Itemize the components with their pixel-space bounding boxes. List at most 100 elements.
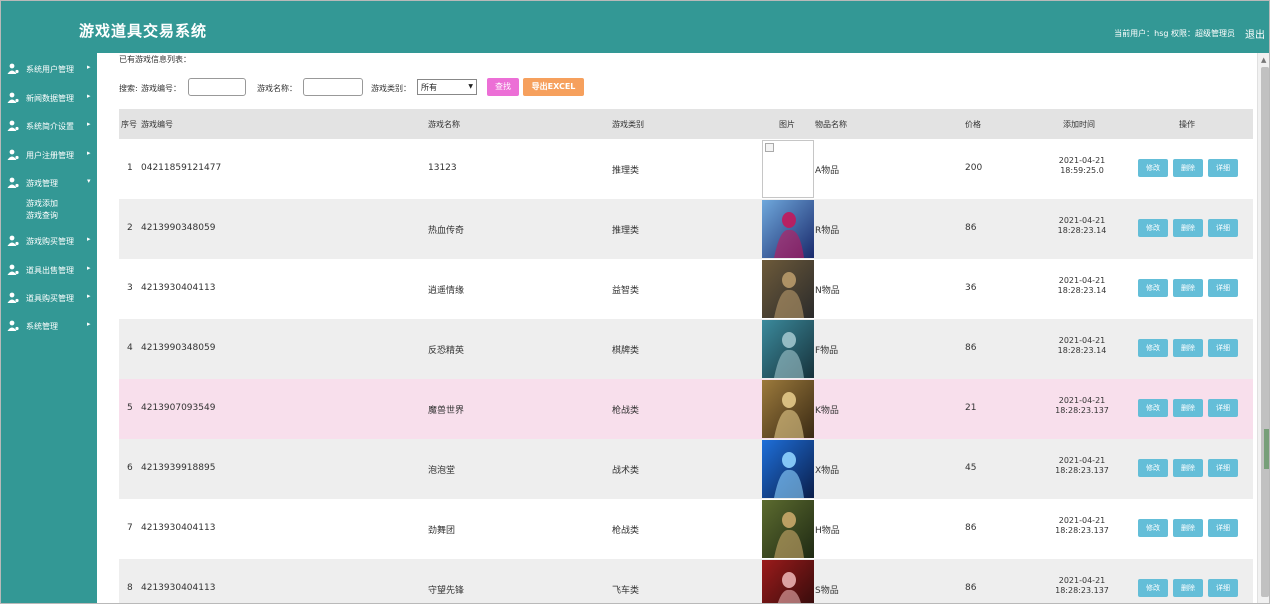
item-price: 86 xyxy=(965,583,977,593)
item-price: 86 xyxy=(965,343,977,353)
user-icon xyxy=(7,63,19,74)
logout-link[interactable]: 退出 xyxy=(1245,26,1265,41)
sidebar-item-registration[interactable]: 用户注册管理 ▸ xyxy=(1,144,97,164)
sidebar-item-news[interactable]: 新闻数据管理 ▸ xyxy=(1,87,97,107)
added-clock: 18:28:23.137 xyxy=(1055,586,1109,595)
col-header-actions: 操作 xyxy=(1179,120,1195,129)
added-date: 2021-04-21 xyxy=(1058,156,1106,165)
detail-button[interactable]: 详细 xyxy=(1208,399,1238,417)
col-header-type: 游戏类别 xyxy=(612,120,644,129)
col-header-item: 物品名称 xyxy=(815,120,847,129)
delete-button[interactable]: 删除 xyxy=(1173,459,1203,477)
chevron-right-icon: ▸ xyxy=(87,149,91,157)
sidebar-subitem-game-add[interactable]: 游戏添加 xyxy=(26,198,58,209)
user-icon xyxy=(7,235,19,246)
added-time: 2021-04-21 18:59:25.0 xyxy=(1047,156,1117,176)
edit-button[interactable]: 修改 xyxy=(1138,579,1168,597)
col-header-index: 序号 xyxy=(121,120,137,129)
row-actions: 修改 删除 详细 xyxy=(1138,519,1242,539)
game-code: 4213930404113 xyxy=(141,583,216,593)
game-name: 守望先锋 xyxy=(428,586,465,596)
sidebar-item-system-management[interactable]: 系统管理 ▸ xyxy=(1,315,97,335)
game-code-label: 游戏编号： xyxy=(141,84,181,93)
delete-button[interactable]: 删除 xyxy=(1173,339,1203,357)
user-icon xyxy=(7,320,19,331)
game-name-label: 游戏名称： xyxy=(257,84,297,93)
game-name-input[interactable] xyxy=(303,78,363,96)
row-actions: 修改 删除 详细 xyxy=(1138,159,1242,179)
game-name: 13123 xyxy=(428,163,457,173)
edit-button[interactable]: 修改 xyxy=(1138,459,1168,477)
chevron-right-icon: ▸ xyxy=(87,63,91,71)
table-row: 7 4213930404113 劲舞团 枪战类 H物品 86 2021-04-21 18:28… xyxy=(119,499,1253,559)
scrollbar-thumb[interactable] xyxy=(1261,67,1269,597)
game-thumbnail xyxy=(762,260,814,318)
sidebar-item-item-sale[interactable]: 道具出售管理 ▸ xyxy=(1,259,97,279)
scroll-indicator xyxy=(1264,429,1269,469)
added-clock: 18:28:23.137 xyxy=(1055,466,1109,475)
edit-button[interactable]: 修改 xyxy=(1138,399,1168,417)
find-button[interactable]: 查找 xyxy=(487,78,519,96)
sidebar-item-system-users[interactable]: 系统用户管理 ▸ xyxy=(1,58,97,78)
row-index: 8 xyxy=(127,583,133,593)
edit-button[interactable]: 修改 xyxy=(1138,519,1168,537)
list-heading: 已有游戏信息列表： xyxy=(119,55,191,64)
added-date: 2021-04-21 xyxy=(1058,516,1106,525)
item-price: 45 xyxy=(965,463,977,473)
game-code-input[interactable] xyxy=(188,78,246,96)
table-row: 5 4213907093549 魔兽世界 枪战类 K物品 21 2021-04-21 18:2… xyxy=(119,379,1253,439)
detail-button[interactable]: 详细 xyxy=(1208,519,1238,537)
game-code: 4213990348059 xyxy=(141,223,216,233)
scroll-up-icon[interactable]: ▲ xyxy=(1261,56,1266,64)
game-type: 推理类 xyxy=(612,166,640,176)
user-icon xyxy=(7,92,19,103)
sidebar-item-game-purchase[interactable]: 游戏购买管理 ▸ xyxy=(1,230,97,250)
added-time: 2021-04-21 18:28:23.14 xyxy=(1047,216,1117,236)
edit-button[interactable]: 修改 xyxy=(1138,159,1168,177)
delete-button[interactable]: 删除 xyxy=(1173,579,1203,597)
row-index: 6 xyxy=(127,463,133,473)
added-time: 2021-04-21 18:28:23.137 xyxy=(1047,516,1117,536)
game-thumbnail xyxy=(762,560,814,603)
delete-button[interactable]: 删除 xyxy=(1173,399,1203,417)
export-excel-button[interactable]: 导出EXCEL xyxy=(523,78,584,96)
chevron-right-icon: ▸ xyxy=(87,235,91,243)
delete-button[interactable]: 删除 xyxy=(1173,219,1203,237)
sidebar-item-item-purchase[interactable]: 道具购买管理 ▸ xyxy=(1,287,97,307)
game-type-select[interactable]: 所有 ▼ xyxy=(417,79,477,95)
edit-button[interactable]: 修改 xyxy=(1138,219,1168,237)
user-icon xyxy=(7,120,19,131)
added-time: 2021-04-21 18:28:23.14 xyxy=(1047,276,1117,296)
item-price: 36 xyxy=(965,283,977,293)
detail-button[interactable]: 详细 xyxy=(1208,159,1238,177)
game-thumbnail-image xyxy=(762,500,814,558)
sidebar-item-system-intro[interactable]: 系统简介设置 ▸ xyxy=(1,115,97,135)
detail-button[interactable]: 详细 xyxy=(1208,219,1238,237)
game-thumbnail-image xyxy=(762,320,814,378)
game-thumbnail xyxy=(762,440,814,498)
delete-button[interactable]: 删除 xyxy=(1173,519,1203,537)
item-name: F物品 xyxy=(815,346,839,356)
edit-button[interactable]: 修改 xyxy=(1138,279,1168,297)
delete-button[interactable]: 删除 xyxy=(1173,279,1203,297)
detail-button[interactable]: 详细 xyxy=(1208,279,1238,297)
sidebar-item-label: 用户注册管理 xyxy=(26,151,74,160)
game-thumbnail xyxy=(762,320,814,378)
col-header-code: 游戏编号 xyxy=(141,120,173,129)
delete-button[interactable]: 删除 xyxy=(1173,159,1203,177)
game-thumbnail-image xyxy=(762,260,814,318)
game-type: 棋牌类 xyxy=(612,346,640,356)
main-content: 已有游戏信息列表： 搜索: 游戏编号： 游戏名称： 游戏类别： 所有 ▼ 查找 … xyxy=(97,53,1257,603)
detail-button[interactable]: 详细 xyxy=(1208,459,1238,477)
sidebar-item-game-management[interactable]: 游戏管理 ▾ xyxy=(1,172,97,192)
edit-button[interactable]: 修改 xyxy=(1138,339,1168,357)
detail-button[interactable]: 详细 xyxy=(1208,339,1238,357)
item-name: H物品 xyxy=(815,526,840,536)
game-thumbnail-image xyxy=(762,380,814,438)
game-code: 4213930404113 xyxy=(141,523,216,533)
detail-button[interactable]: 详细 xyxy=(1208,579,1238,597)
sidebar-subitem-game-query[interactable]: 游戏查询 xyxy=(26,210,58,221)
vertical-scrollbar[interactable]: ▲ xyxy=(1257,53,1269,603)
game-type: 战术类 xyxy=(612,466,640,476)
added-time: 2021-04-21 18:28:23.137 xyxy=(1047,396,1117,416)
